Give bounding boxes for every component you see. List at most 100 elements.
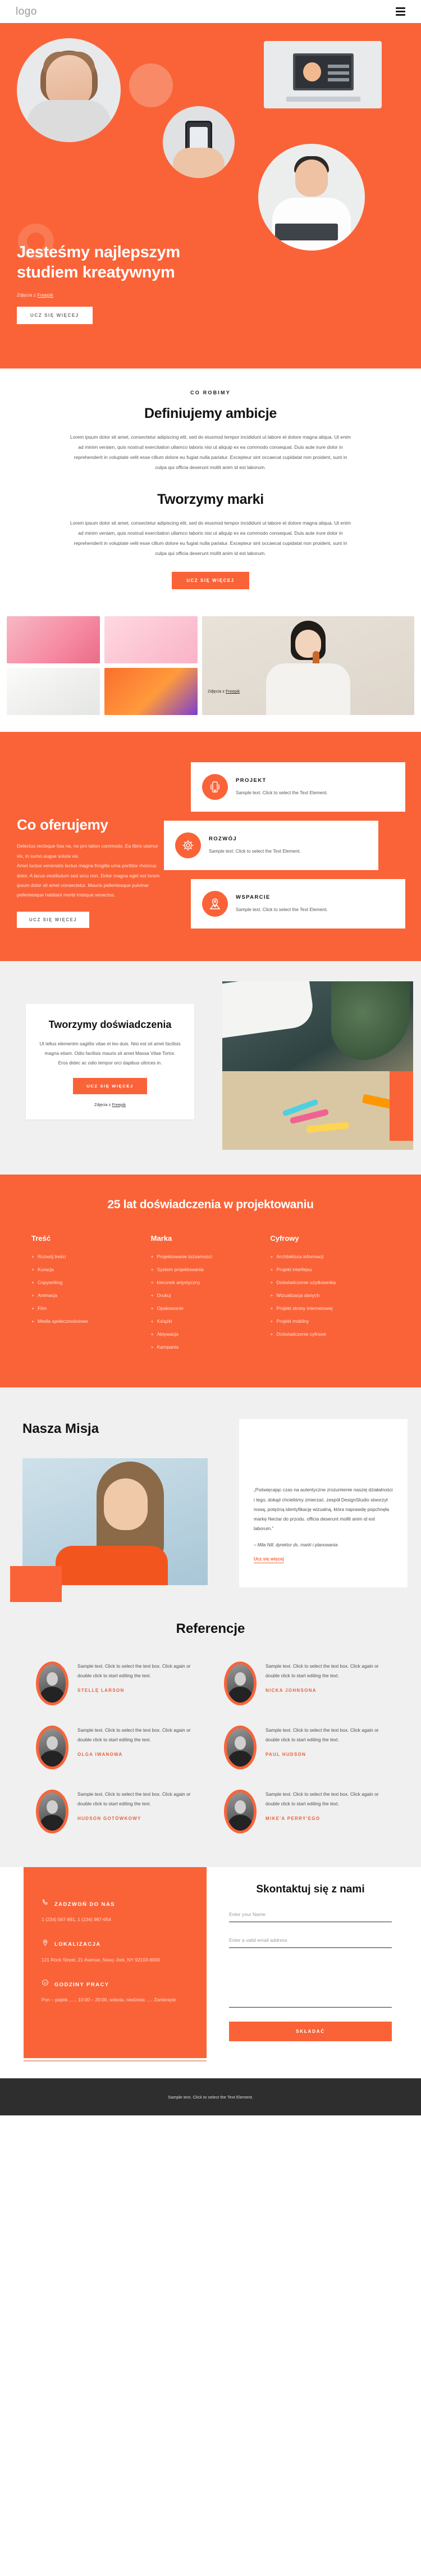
message-textarea[interactable]	[229, 1960, 392, 2008]
list-item[interactable]: + Rozwój treści	[31, 1254, 151, 1259]
list-item[interactable]: + Aktywacja	[151, 1331, 271, 1337]
brands-cta-button[interactable]: UCZ SIĘ WIĘCEJ	[172, 572, 249, 590]
list-item[interactable]: + System projektowania	[151, 1267, 271, 1272]
hero-copy: Jesteśmy najlepszym studiem kreatywnym Z…	[17, 243, 202, 324]
name-input[interactable]	[229, 1909, 392, 1923]
list-item[interactable]: + Media społecznościowe	[31, 1318, 151, 1324]
contact-info-panel: ZADZWOŃ DO NAS 1 (234) 567-891, 1 (234) …	[24, 1867, 207, 2059]
list-item[interactable]: + Animacja	[31, 1292, 151, 1298]
testimonial-item: Sample text. Click to select the text bo…	[36, 1726, 197, 1770]
list-item[interactable]: + Książki	[151, 1318, 271, 1324]
testimonial-text: Sample text. Click to select the text bo…	[266, 1727, 379, 1743]
testimonials-section: Referencje Sample text. Click to select …	[0, 1615, 421, 1868]
gallery-image-4	[104, 668, 198, 716]
testimonial-name: PAUL HUDSON	[266, 1752, 306, 1757]
hero-photo-credit: Zdjęcia z Freepik	[17, 292, 202, 298]
landing-page: logo Jesteśmy najlepszym studiem kreatyw…	[0, 0, 421, 2116]
plus-icon: +	[270, 1280, 273, 1286]
gallery-photo-credit: Zdjęcia z Freepik	[208, 689, 240, 694]
years-column-heading: Cyfrowy	[270, 1234, 299, 1243]
ambitions-text: Lorem ipsum dolor sit amet, consectetur …	[70, 434, 351, 471]
testimonial-name: STELLĘ LARSON	[77, 1688, 125, 1693]
credit-link[interactable]: Freepik	[226, 689, 240, 694]
contact-location-title: LOKALIZACJA	[54, 1941, 101, 1947]
list-item[interactable]: + Projekt strony internetowej	[270, 1305, 390, 1311]
testimonial-item: Sample text. Click to select the text bo…	[224, 1662, 385, 1706]
offer-card-rozwoj[interactable]: ROZWÓJ Sample text. Click to select the …	[164, 821, 378, 871]
avatar	[224, 1662, 257, 1706]
plus-icon: +	[31, 1267, 34, 1273]
years-column-marka: Marka + Projektowanie tożsamości + System …	[151, 1234, 271, 1357]
contact-hours-title: GODZINY PRACY	[54, 1981, 109, 1987]
plus-icon: +	[150, 1254, 154, 1260]
offer-card-title: ROZWÓJ	[209, 835, 237, 842]
list-item[interactable]: + Drukuj	[151, 1292, 271, 1298]
years-column-cyfrowy: Cyfrowy + Architektura informacji + Projek…	[270, 1234, 390, 1357]
offer-card-wsparcie[interactable]: WSPARCIE Sample text. Click to select th…	[191, 879, 405, 929]
list-item-label: kierunek artystyczny	[157, 1280, 200, 1286]
hamburger-menu-icon[interactable]	[396, 7, 405, 16]
list-item[interactable]: + Kampania	[151, 1344, 271, 1350]
list-item-label: Architektura informacji	[276, 1254, 324, 1260]
phone-icon	[42, 1899, 49, 1909]
page-title: Jesteśmy najlepszym studiem kreatywnym	[17, 243, 180, 281]
gallery-image-1	[7, 616, 100, 664]
offer-card-text: Sample text. Click to select the Text El…	[209, 848, 301, 854]
list-item[interactable]: + Copywriting	[31, 1280, 151, 1285]
mission-learn-more-link[interactable]: Ucz się więcej	[254, 1556, 284, 1564]
testimonial-text: Sample text. Click to select the text bo…	[77, 1791, 191, 1807]
offer-card-title: PROJEKT	[236, 777, 267, 784]
list-item[interactable]: + Doświadczenie cyfrowe	[270, 1331, 390, 1337]
list-item[interactable]: + Projektowanie tożsamości	[151, 1254, 271, 1259]
offer-card-text: Sample text. Click to select the Text El…	[236, 790, 328, 795]
name-field-wrapper	[229, 1909, 392, 1923]
gallery-image-3	[7, 668, 100, 716]
offer-cta-button[interactable]: UCZ SIĘ WIĘCEJ	[17, 911, 90, 928]
list-item[interactable]: + Doświadczenie użytkownika	[270, 1280, 390, 1285]
hero-portrait-woman	[17, 38, 121, 142]
testimonial-name: NICKA JOHNSONA	[266, 1688, 317, 1693]
hero-cta-button[interactable]: UCZ SIĘ WIĘCEJ	[17, 306, 93, 324]
footer-text: Sample text. Click to select the Text El…	[168, 2094, 253, 2100]
credit-link[interactable]: Freepik	[37, 292, 53, 298]
mission-quote-author: – Mila Nill, dyrektor ds. marki i planow…	[254, 1542, 338, 1548]
credit-link[interactable]: Freepik	[112, 1102, 126, 1107]
list-item-label: Film	[37, 1305, 47, 1312]
list-item[interactable]: + Opakowanie	[151, 1305, 271, 1311]
plus-icon: +	[150, 1331, 154, 1337]
list-item-label: Drukuj	[157, 1292, 171, 1299]
list-item[interactable]: + Architektura informacji	[270, 1254, 390, 1259]
list-item[interactable]: + Projekt mobilny	[270, 1318, 390, 1324]
list-item[interactable]: + Wizualizacja danych	[270, 1292, 390, 1298]
submit-button[interactable]: SKŁADAĆ	[229, 2022, 392, 2042]
years-list: + Projektowanie tożsamości + System projek…	[151, 1254, 271, 1350]
burger-bar	[396, 14, 405, 16]
contact-call-body[interactable]: 1 (234) 567-891, 1 (234) 987-654	[42, 1915, 189, 1924]
hero-decor-circle	[129, 63, 173, 107]
years-list: + Rozwój treści + Kuracja + Copywriting + An…	[31, 1254, 151, 1324]
years-heading: 25 lat doświadczenia w projektowaniu	[107, 1198, 314, 1212]
years-experience-section: 25 lat doświadczenia w projektowaniu Tre…	[0, 1175, 421, 1388]
mission-section: Nasza Misja „Poświęcając czas na autenty…	[0, 1387, 421, 1616]
offer-card-projekt[interactable]: PROJEKT Sample text. Click to select the…	[191, 762, 405, 812]
years-columns: Treść + Rozwój treści + Kuracja + Copywriti…	[0, 1234, 421, 1357]
list-item[interactable]: + kierunek artystyczny	[151, 1280, 271, 1285]
plus-icon: +	[270, 1267, 273, 1273]
experiences-cta-button[interactable]: UCZ SIĘ WIĘCEJ	[73, 1077, 147, 1094]
email-input[interactable]	[229, 1935, 392, 1949]
list-item-label: Media społecznościowe	[37, 1318, 88, 1325]
list-item-label: System projektowania	[157, 1267, 204, 1273]
list-item[interactable]: + Kuracja	[31, 1267, 151, 1272]
message-field-wrapper	[229, 1960, 392, 2010]
hero-image-laptop-call	[264, 41, 382, 108]
hero-portrait-man	[258, 144, 365, 251]
testimonial-item: Sample text. Click to select the text bo…	[36, 1790, 197, 1834]
list-item[interactable]: + Projekt interfejsu	[270, 1267, 390, 1272]
brands-text: Lorem ipsum dolor sit amet, consectetur …	[70, 520, 351, 557]
offer-section: Co oferujemy Delectus recteque has ne, n…	[0, 732, 421, 962]
list-item[interactable]: + Film	[31, 1305, 151, 1311]
list-item-label: Rozwój treści	[37, 1254, 66, 1260]
list-item-label: Wizualizacja danych	[276, 1292, 320, 1299]
logo[interactable]: logo	[16, 6, 37, 18]
plus-icon: +	[31, 1292, 34, 1299]
